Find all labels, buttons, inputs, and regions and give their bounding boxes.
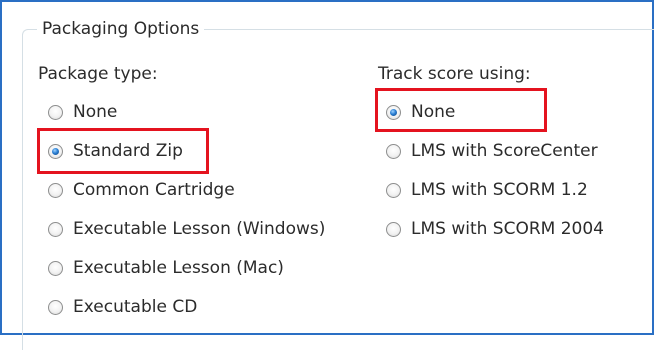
package-type-option-common-cartridge[interactable]: Common Cartridge xyxy=(48,177,235,203)
track-score-option-scorecenter[interactable]: LMS with ScoreCenter xyxy=(386,138,598,164)
package-type-option-executable-cd[interactable]: Executable CD xyxy=(48,294,197,320)
radio-button[interactable] xyxy=(48,182,63,198)
radio-button[interactable] xyxy=(386,221,401,237)
option-label: Common Cartridge xyxy=(73,180,235,200)
option-label: Executable Lesson (Windows) xyxy=(73,219,326,239)
option-label: LMS with SCORM 2004 xyxy=(411,219,604,239)
radio-button[interactable] xyxy=(48,260,63,276)
option-label: LMS with SCORM 1.2 xyxy=(411,180,588,200)
radio-button[interactable] xyxy=(386,182,401,198)
standard-zip-highlight-box xyxy=(37,128,209,174)
radio-button[interactable] xyxy=(48,221,63,237)
package-type-option-executable-windows[interactable]: Executable Lesson (Windows) xyxy=(48,216,325,242)
radio-button[interactable] xyxy=(386,143,401,159)
track-score-option-scorm-2004[interactable]: LMS with SCORM 2004 xyxy=(386,216,604,242)
track-none-highlight-box xyxy=(375,88,547,132)
package-type-title: Package type: xyxy=(38,64,158,84)
package-type-option-none[interactable]: None xyxy=(48,99,117,125)
option-label: LMS with ScoreCenter xyxy=(411,141,598,161)
track-score-option-scorm-12[interactable]: LMS with SCORM 1.2 xyxy=(386,177,588,203)
option-label: Executable Lesson (Mac) xyxy=(73,258,284,278)
window-frame: Packaging Options Package type: None Sta… xyxy=(0,0,654,350)
package-type-option-executable-mac[interactable]: Executable Lesson (Mac) xyxy=(48,255,284,281)
radio-button[interactable] xyxy=(48,104,63,120)
radio-button[interactable] xyxy=(48,299,63,315)
option-label: None xyxy=(73,102,118,122)
track-score-title: Track score using: xyxy=(378,64,531,84)
option-label: Executable CD xyxy=(73,297,198,317)
group-title: Packaging Options xyxy=(37,17,205,41)
